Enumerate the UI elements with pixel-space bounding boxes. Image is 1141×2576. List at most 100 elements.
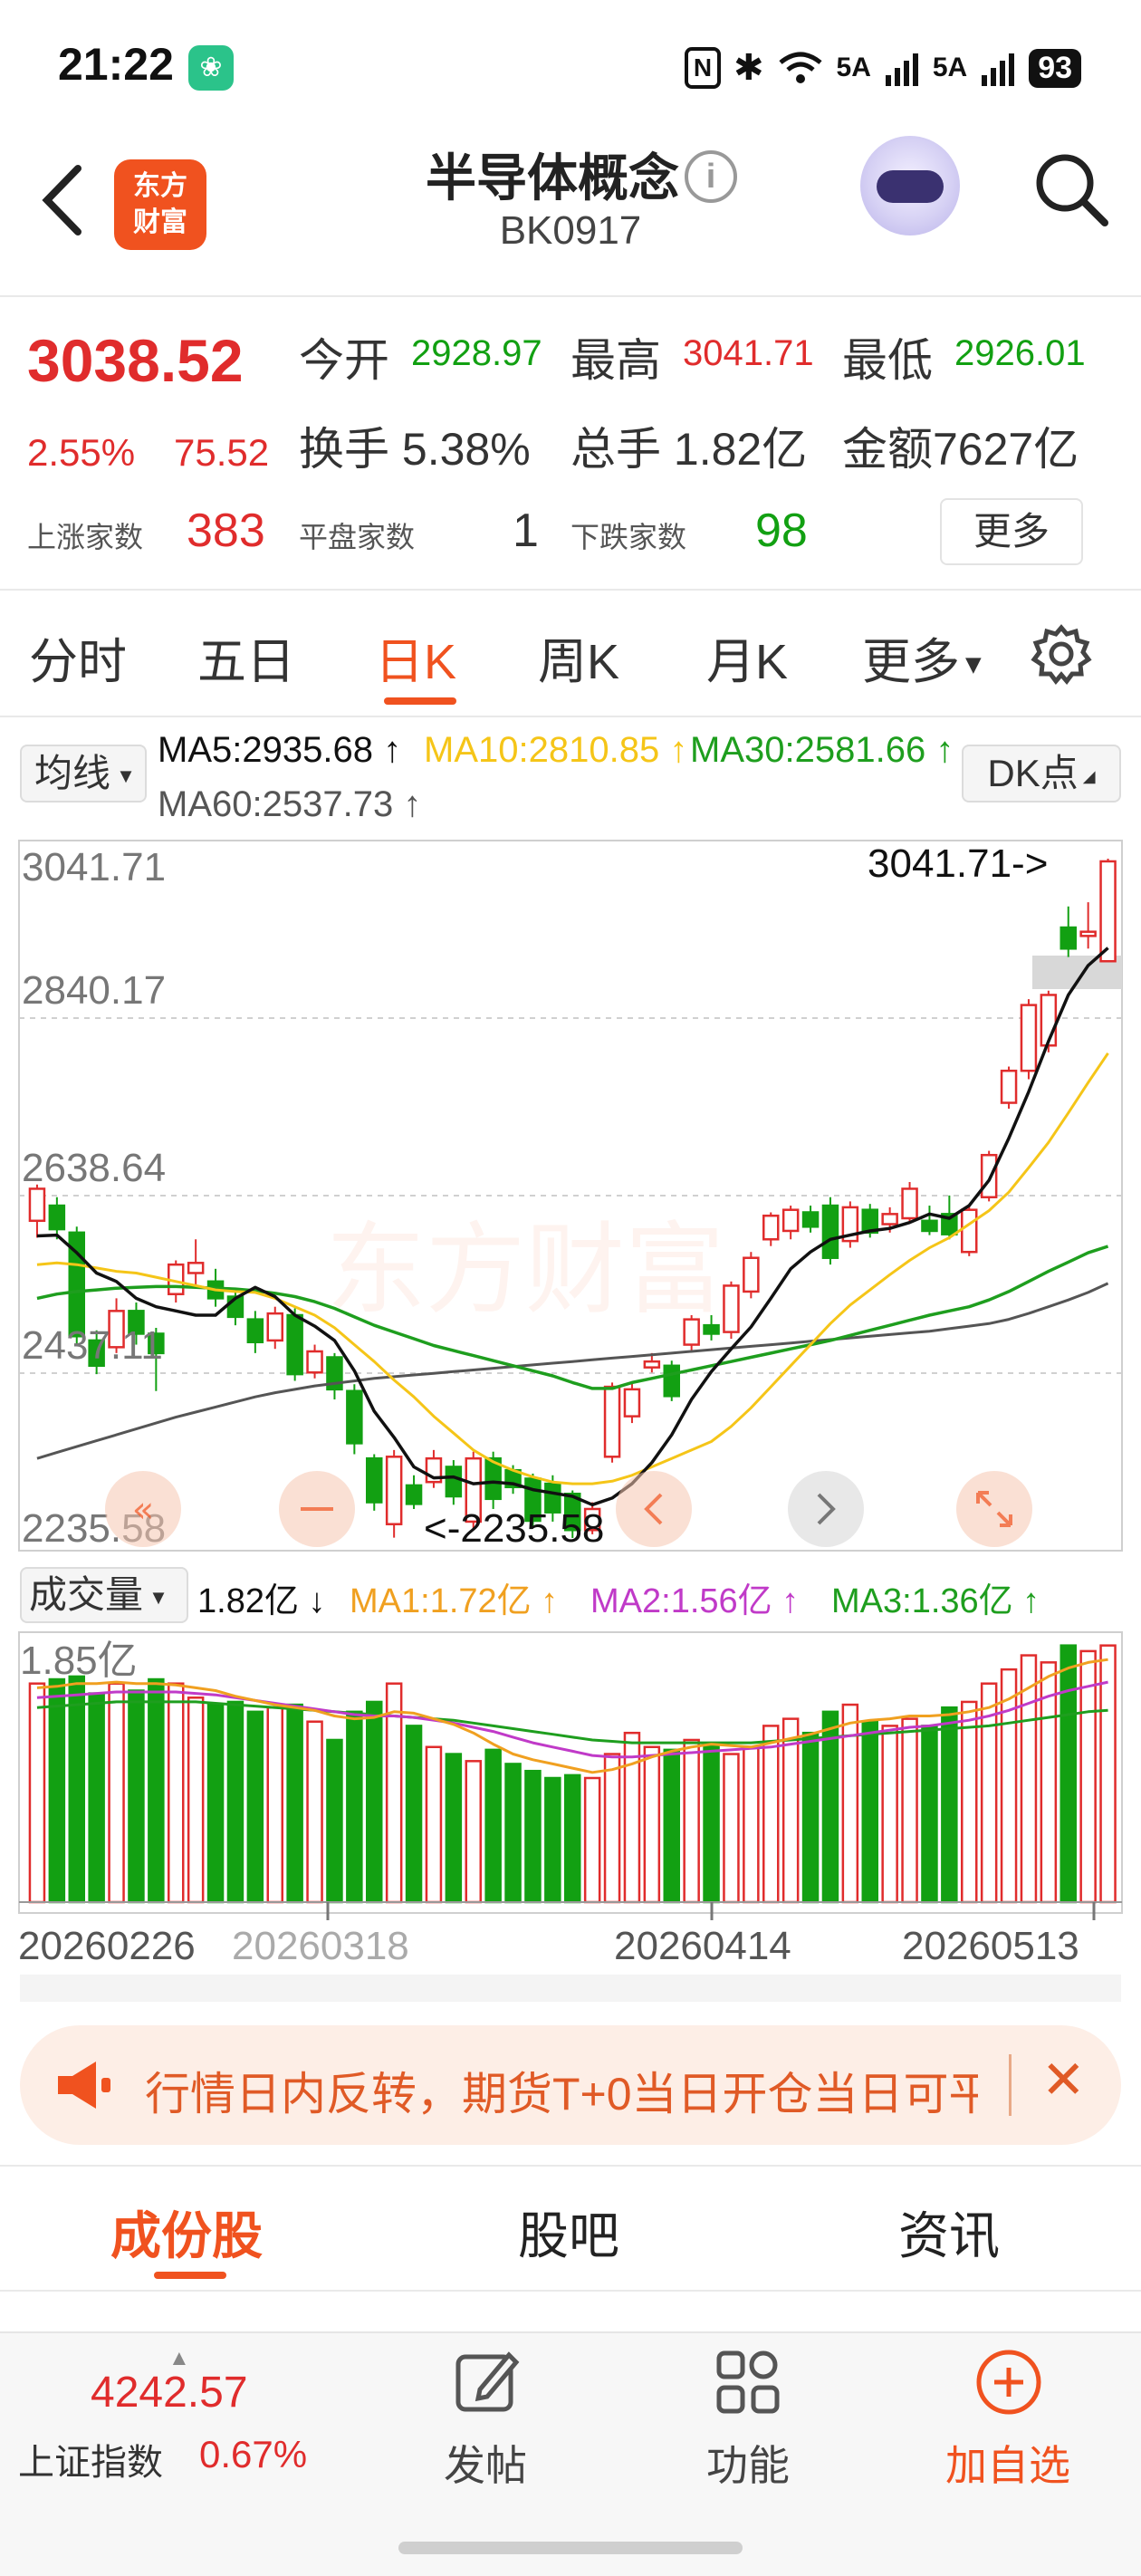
functions-label[interactable]: 功能 [706, 2433, 790, 2493]
back-button[interactable] [34, 159, 89, 241]
tab-weekly-k[interactable]: 周K [538, 621, 619, 693]
caret-down-icon: ▼ [143, 1585, 168, 1609]
search-icon [1036, 154, 1108, 226]
megaphone-icon [53, 2056, 116, 2114]
candlestick-chart[interactable]: 东方财富 3041.71 2840.17 2638.64 2437.11 223… [0, 824, 1141, 1558]
candle-body-down [921, 1219, 938, 1233]
active-content-tab-indicator [154, 2272, 226, 2279]
banner-text[interactable]: 行情日内反转，期货T+0当日开仓当日可平 [145, 2058, 978, 2116]
low-value: 2926.01 [954, 333, 1086, 373]
y-axis-label-4: 2437.11 [22, 1323, 163, 1368]
page-title: 半导体概念 [426, 149, 679, 207]
status-time: 21:22 [58, 39, 174, 90]
chevron-left-icon [42, 165, 82, 235]
candle [980, 1150, 998, 1202]
content-tabs-top-divider [0, 2165, 1141, 2167]
functions-button[interactable] [715, 2350, 781, 2415]
volume-bar-down [405, 1725, 423, 1904]
candle-body-up [643, 1360, 661, 1369]
tab-constituents[interactable]: 成份股 [110, 2196, 263, 2269]
candle [961, 1206, 978, 1256]
candle-body-up [187, 1262, 205, 1274]
volume-bar-up [643, 1745, 661, 1904]
chart-settings-button[interactable] [1031, 623, 1092, 685]
banner-separator [1009, 2054, 1012, 2116]
volume-indicator-select[interactable]: 成交量 ▼ [20, 1567, 188, 1623]
index-value[interactable]: 4242.57 [91, 2368, 248, 2417]
tab-five-day[interactable]: 五日 [197, 621, 295, 693]
date-scroll-band [20, 1975, 1121, 2002]
date-label-4: 20260513 [902, 1924, 1079, 1968]
watermark: 东方财富 [326, 1215, 724, 1326]
rising-count: 383 [187, 505, 265, 557]
add-watchlist-label[interactable]: 加自选 [945, 2433, 1070, 2493]
post-label[interactable]: 发帖 [444, 2433, 527, 2493]
tab-more-periods[interactable]: 更多▼ [862, 621, 987, 693]
header-divider [0, 295, 1141, 297]
more-quote-button[interactable]: 更多 [940, 498, 1083, 565]
candle-body-up [743, 1256, 760, 1293]
candle-body-down [821, 1204, 839, 1259]
robot-visor-icon [877, 170, 944, 203]
candle-body-up [881, 1213, 898, 1226]
logo-line-2: 财富 [133, 207, 187, 237]
tab-news[interactable]: 资讯 [898, 2196, 1000, 2269]
corner-arrow-icon: ◢ [1078, 766, 1096, 785]
volume-chart[interactable]: 1.85亿 [0, 1621, 1141, 1920]
volume-bar-up [762, 1725, 780, 1904]
dk-point-button[interactable]: DK点 ◢ [962, 745, 1121, 803]
add-watchlist-button[interactable] [974, 2348, 1043, 2417]
high-value: 3041.71 [683, 333, 814, 373]
fullscreen-button[interactable] [956, 1471, 1032, 1547]
caret-down-icon: ▼ [960, 649, 987, 680]
scroll-right-button[interactable] [788, 1471, 864, 1547]
candle-body-up [762, 1214, 780, 1241]
plus-circle-icon [976, 2350, 1041, 2415]
tab-stock-forum[interactable]: 股吧 [518, 2196, 619, 2269]
candle [1099, 859, 1117, 963]
quote-divider [0, 589, 1141, 591]
candle-body-up [683, 1318, 700, 1346]
volume-bar-down [1060, 1644, 1077, 1904]
volume-bar-down [921, 1725, 938, 1904]
volume-bar-up [28, 1682, 46, 1904]
edit-icon [455, 2351, 520, 2412]
info-icon[interactable]: i [685, 150, 737, 203]
volume-bar-down [366, 1700, 383, 1904]
candle [743, 1252, 760, 1299]
candle-body-down [405, 1484, 423, 1505]
change-percent: 2.55% [27, 431, 136, 474]
volume-bar-up [465, 1760, 482, 1904]
ma60-label: MA60:2537.73 ↑ [158, 784, 422, 824]
date-label-1: 20260226 [18, 1924, 196, 1968]
candle-body-up [1000, 1069, 1018, 1104]
candle [385, 1449, 403, 1538]
ma30-label: MA30:2581.66 ↑ [690, 730, 954, 770]
search-button[interactable] [1031, 149, 1112, 230]
high-label: 最高 [570, 335, 661, 386]
scroll-left-button[interactable] [616, 1471, 692, 1547]
volume-select-label: 成交量 [29, 1573, 144, 1616]
tab-daily-k[interactable]: 日K [375, 621, 456, 693]
candle-body-up [385, 1456, 403, 1525]
volume-bar-up [623, 1731, 641, 1904]
index-name[interactable]: 上证指数 [18, 2433, 163, 2485]
volume-bar-down [663, 1748, 680, 1904]
volume-bar-up [168, 1682, 185, 1904]
indicator-select[interactable]: 均线 ▼ [20, 745, 147, 803]
signal-label-1: 5A [836, 53, 871, 82]
y-axis-label-2: 2840.17 [22, 968, 166, 1013]
volume-bar-down [504, 1763, 522, 1904]
candle-body-up [603, 1385, 621, 1458]
candle-body-down [703, 1323, 720, 1335]
candle [683, 1314, 700, 1351]
close-icon[interactable]: ✕ [1041, 2049, 1086, 2110]
double-chevron-left-icon: « [132, 1489, 154, 1531]
candle-body-up [1099, 860, 1117, 963]
post-button[interactable] [453, 2348, 522, 2417]
volume-bar-down [703, 1743, 720, 1904]
tab-monthly-k[interactable]: 月K [706, 621, 788, 693]
tab-intraday[interactable]: 分时 [29, 621, 127, 693]
candle-body-up [28, 1187, 46, 1223]
dk-point-label: DK点 [987, 752, 1079, 794]
